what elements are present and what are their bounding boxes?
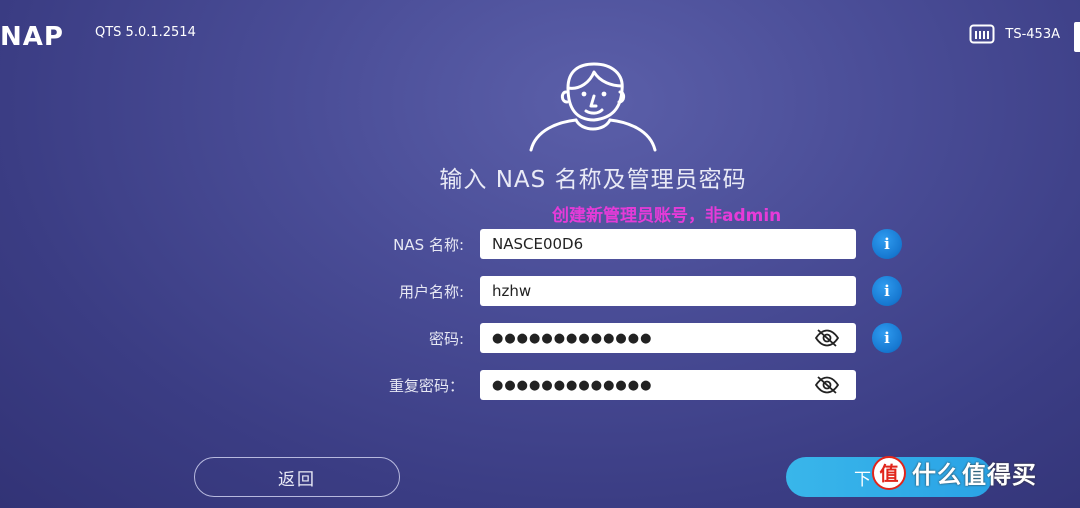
annotation-note: 创建新管理员账号，非admin: [552, 206, 782, 226]
password-row: 密码: ●●●●●●●●●●●●● i: [0, 323, 1080, 353]
edge-tab: [1074, 22, 1080, 52]
os-version: QTS 5.0.1.2514: [95, 25, 196, 40]
username-value: hzhw: [492, 282, 532, 300]
nas-name-row: NAS 名称: NASCE00D6 i: [0, 229, 1080, 259]
info-icon[interactable]: i: [872, 276, 902, 306]
username-label: 用户名称:: [398, 283, 464, 301]
nas-name-label: NAS 名称:: [393, 236, 464, 254]
password-label: 密码:: [428, 330, 464, 348]
model-name: TS-453A: [1005, 26, 1060, 42]
nas-name-input[interactable]: NASCE00D6: [480, 229, 856, 259]
username-row: 用户名称: hzhw i: [0, 276, 1080, 306]
password-input[interactable]: ●●●●●●●●●●●●●: [480, 323, 856, 353]
qnap-logo: NAP: [0, 22, 64, 52]
password-value: ●●●●●●●●●●●●●: [492, 330, 653, 346]
eye-slash-icon[interactable]: [814, 376, 840, 398]
admin-avatar-icon: [528, 60, 658, 156]
confirm-password-label: 重复密码：: [388, 377, 464, 395]
username-input[interactable]: hzhw: [480, 276, 856, 306]
eye-slash-icon[interactable]: [814, 329, 840, 351]
watermark: 值 什么值得买: [872, 455, 1037, 490]
confirm-password-input[interactable]: ●●●●●●●●●●●●●: [480, 370, 856, 400]
confirm-password-row: 重复密码： ●●●●●●●●●●●●●: [0, 370, 1080, 400]
watermark-badge: 值: [872, 455, 906, 490]
info-icon[interactable]: i: [872, 229, 902, 259]
nas-name-value: NASCE00D6: [492, 235, 584, 253]
confirm-password-value: ●●●●●●●●●●●●●: [492, 377, 653, 393]
device-model: TS-453A: [969, 24, 1060, 44]
page-title: 输入 NAS 名称及管理员密码: [439, 167, 747, 193]
back-button[interactable]: 返回: [194, 457, 400, 497]
info-icon[interactable]: i: [872, 323, 902, 353]
nas-device-icon: [969, 24, 995, 44]
watermark-text: 什么值得买: [912, 461, 1037, 489]
